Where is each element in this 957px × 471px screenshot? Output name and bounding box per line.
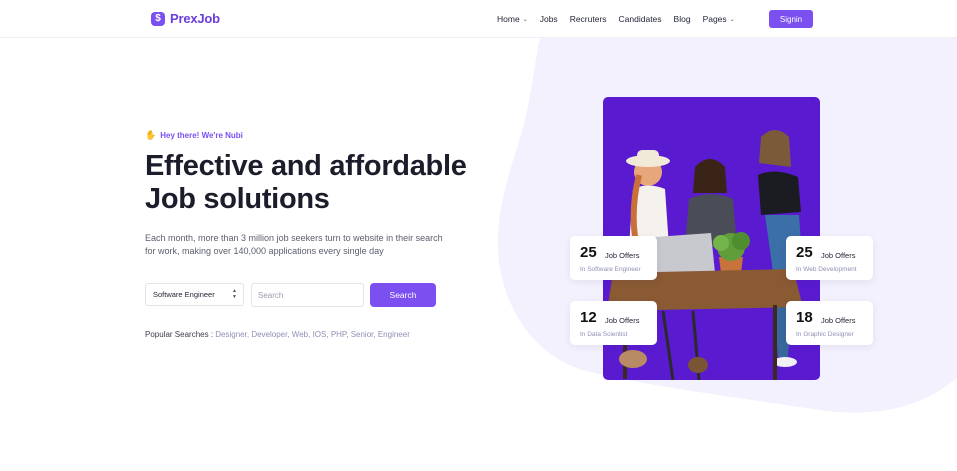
greeting-text: Hey there! We're Nubi bbox=[160, 131, 243, 140]
stat-count: 25 bbox=[580, 244, 597, 261]
stat-label: Job Offers bbox=[821, 251, 856, 260]
nav-item-candidates[interactable]: Candidates bbox=[619, 14, 662, 24]
nav-item-label: Recruters bbox=[569, 14, 607, 24]
brand-name: PrexJob bbox=[170, 11, 220, 26]
job-category-select[interactable]: Software Engineer ▲ ▼ bbox=[145, 283, 244, 306]
popular-term-developer[interactable]: Developer, bbox=[251, 330, 289, 339]
stat-card-data-scientist[interactable]: 12 Job Offers In Data Scientist bbox=[570, 301, 657, 345]
popular-term-senior[interactable]: Senior, bbox=[351, 330, 376, 339]
brand-logo[interactable]: $ PrexJob bbox=[151, 11, 220, 26]
popular-term-ios[interactable]: IOS, bbox=[313, 330, 329, 339]
nav-item-label: Candidates bbox=[618, 14, 662, 24]
stat-card-web-development[interactable]: 25 Job Offers In Web Development bbox=[786, 236, 873, 280]
stat-card-software-engineer[interactable]: 25 Job Offers In Software Engineer bbox=[570, 236, 657, 280]
chevron-down-icon: ⌄ bbox=[522, 16, 528, 23]
popular-searches: Popular Searches : Designer, Developer, … bbox=[145, 330, 410, 339]
stat-count: 25 bbox=[796, 244, 813, 261]
search-input[interactable] bbox=[251, 283, 364, 307]
nav-item-recruters[interactable]: Recruters bbox=[570, 14, 607, 24]
search-button[interactable]: Search bbox=[370, 283, 436, 307]
nav-item-label: Blog bbox=[673, 14, 691, 24]
select-arrows-icon: ▲ ▼ bbox=[232, 288, 237, 300]
stat-category: In Graphic Designer bbox=[796, 331, 854, 338]
hero-greeting: ✋ Hey there! We're Nubi bbox=[145, 130, 243, 141]
stat-label: Job Offers bbox=[821, 316, 856, 325]
top-navbar: $ PrexJob Home ⌄ Jobs Recruters Candidat… bbox=[0, 0, 957, 38]
nav-item-label: Home bbox=[497, 14, 520, 24]
headline-line-2: Job solutions bbox=[145, 183, 330, 215]
nav-item-label: Jobs bbox=[539, 14, 558, 24]
stat-count: 18 bbox=[796, 309, 813, 326]
stat-label: Job Offers bbox=[605, 251, 640, 260]
stat-category: In Software Engineer bbox=[580, 266, 641, 273]
popular-term-web[interactable]: Web, bbox=[292, 330, 311, 339]
signin-button[interactable]: Signin bbox=[769, 10, 813, 28]
stat-label: Job Offers bbox=[605, 316, 640, 325]
popular-searches-label: Popular Searches : bbox=[145, 330, 214, 339]
nav-item-label: Pages bbox=[702, 14, 727, 24]
stat-card-graphic-designer[interactable]: 18 Job Offers In Graphic Designer bbox=[786, 301, 873, 345]
logo-mark-icon: $ bbox=[151, 11, 165, 26]
headline-line-1: Effective and affordable bbox=[145, 150, 467, 182]
select-value: Software Engineer bbox=[153, 290, 215, 299]
popular-term-php[interactable]: PHP, bbox=[331, 330, 349, 339]
popular-term-engineer[interactable]: Engineer bbox=[378, 330, 410, 339]
stat-count: 12 bbox=[580, 309, 597, 326]
stat-category: In Web Development bbox=[796, 266, 857, 273]
hero-description: Each month, more than 3 million job seek… bbox=[145, 233, 443, 256]
nav-item-blog[interactable]: Blog bbox=[674, 14, 691, 24]
waving-hand-icon: ✋ bbox=[145, 130, 157, 140]
main-menu: Home ⌄ Jobs Recruters Candidates Blog Pa… bbox=[497, 14, 747, 24]
hero-headline: Effective and affordable Job solutions bbox=[145, 150, 505, 216]
chevron-down-icon: ⌄ bbox=[729, 16, 735, 23]
nav-item-jobs[interactable]: Jobs bbox=[540, 14, 558, 24]
nav-item-pages[interactable]: Pages ⌄ bbox=[703, 14, 735, 24]
stat-category: In Data Scientist bbox=[580, 331, 628, 338]
popular-search-terms: Designer, Developer, Web, IOS, PHP, Seni… bbox=[215, 330, 410, 339]
nav-item-home[interactable]: Home ⌄ bbox=[497, 14, 528, 24]
popular-term-designer[interactable]: Designer, bbox=[215, 330, 249, 339]
